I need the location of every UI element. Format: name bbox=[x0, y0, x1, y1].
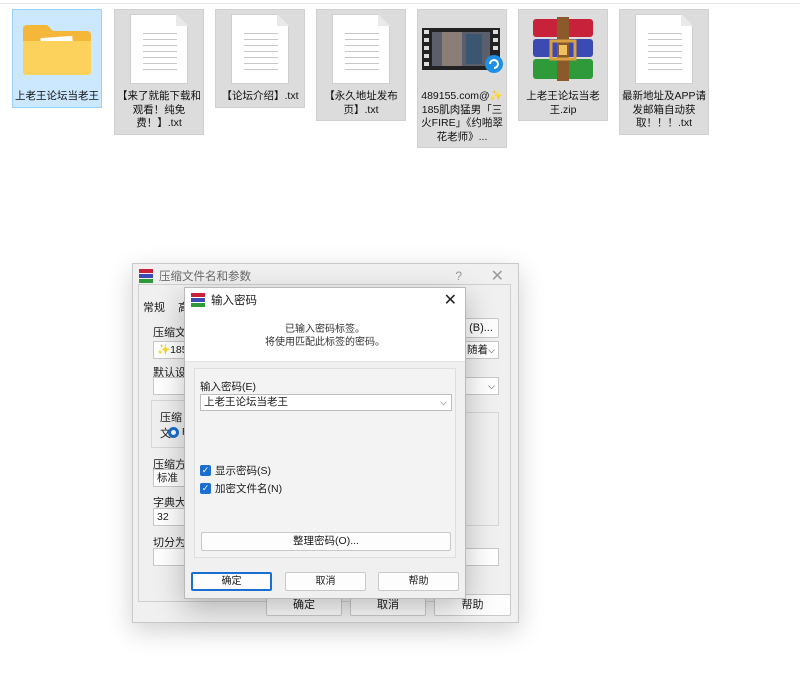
split-size-field[interactable] bbox=[153, 548, 185, 566]
password-dialog: 输入密码 ✕ 已输入密码标签。 将使用匹配此标签的密码。 输入密码(E) 上老王… bbox=[184, 287, 466, 599]
file-item-txt[interactable]: 最新地址及APP请发邮箱自动获取！！！.txt bbox=[619, 9, 709, 135]
split-unit-select[interactable] bbox=[463, 548, 499, 566]
password-cancel-button[interactable]: 取消 bbox=[285, 572, 366, 591]
help-icon[interactable]: ? bbox=[455, 269, 462, 283]
password-group: 输入密码(E) 上老王论坛当老王 ⌵ ✓ 显示密码(S) ✓ 加密文件名(N) … bbox=[194, 368, 456, 558]
chevron-down-icon[interactable]: ⌵ bbox=[440, 395, 447, 410]
file-label: 上老王论坛当老王.zip bbox=[526, 90, 600, 116]
message-line-2: 将使用匹配此标签的密码。 bbox=[265, 337, 385, 348]
text-file-icon bbox=[332, 14, 390, 84]
winrar-archive-icon bbox=[518, 10, 608, 88]
winrar-icon bbox=[191, 293, 205, 307]
desktop: 上老王论坛当老王 【来了就能下载和观看！纯免费！】.txt 【论坛介绍】.txt bbox=[0, 0, 800, 694]
profile-select[interactable]: ⌵ bbox=[463, 377, 499, 395]
file-label: 上老王论坛当老王 bbox=[15, 90, 99, 102]
file-label: 【论坛介绍】.txt bbox=[221, 90, 299, 102]
tab-general[interactable]: 常规 bbox=[143, 299, 165, 315]
file-item-txt[interactable]: 【论坛介绍】.txt bbox=[215, 9, 305, 108]
close-icon[interactable]: ✕ bbox=[491, 266, 504, 286]
rar-radio[interactable] bbox=[168, 427, 179, 438]
password-help-button[interactable]: 帮助 bbox=[378, 572, 459, 591]
checkbox-checked-icon: ✓ bbox=[200, 465, 211, 476]
close-icon[interactable]: ✕ bbox=[444, 290, 457, 310]
folder-icon bbox=[12, 10, 102, 88]
file-item-txt[interactable]: 【永久地址发布页】.txt bbox=[316, 9, 406, 121]
explorer-top-border bbox=[0, 0, 800, 4]
encrypt-filenames-checkbox[interactable]: ✓ 加密文件名(N) bbox=[200, 481, 282, 496]
text-file-icon bbox=[130, 14, 188, 84]
file-item-video[interactable]: 489155.com@✨185肌肉猛男「三火FIRE」《约啪翠花老师》... bbox=[417, 9, 507, 148]
winrar-icon bbox=[139, 269, 153, 283]
browse-button[interactable]: (B)... bbox=[463, 318, 499, 338]
method-select[interactable]: 标准 bbox=[153, 469, 185, 487]
file-item-txt[interactable]: 【来了就能下载和观看！纯免费！】.txt bbox=[114, 9, 204, 135]
checkbox-checked-icon: ✓ bbox=[200, 483, 211, 494]
password-dialog-title: 输入密码 bbox=[211, 295, 257, 307]
password-dialog-titlebar: 输入密码 bbox=[185, 288, 465, 312]
password-label: 输入密码(E) bbox=[200, 381, 256, 393]
archive-dialog-title: 压缩文件名和参数 bbox=[159, 271, 251, 283]
text-file-icon bbox=[231, 14, 289, 84]
update-mode-select[interactable]: 随着 ⌵ bbox=[463, 341, 499, 359]
file-label: 【永久地址发布页】.txt bbox=[324, 90, 398, 116]
message-line-1: 已输入密码标签。 bbox=[285, 324, 365, 335]
text-file-icon bbox=[635, 14, 693, 84]
profiles-button[interactable] bbox=[153, 377, 185, 395]
chevron-down-icon: ⌵ bbox=[488, 345, 495, 355]
password-input[interactable]: 上老王论坛当老王 ⌵ bbox=[200, 394, 452, 411]
file-label: 489155.com@✨185肌肉猛男「三火FIRE」《约啪翠花老师》... bbox=[421, 90, 503, 143]
file-label: 【来了就能下载和观看！纯免费！】.txt bbox=[117, 90, 201, 129]
message-area: 已输入密码标签。 将使用匹配此标签的密码。 bbox=[185, 312, 465, 362]
chevron-down-icon: ⌵ bbox=[488, 381, 495, 391]
file-label: 最新地址及APP请发邮箱自动获取！！！.txt bbox=[621, 90, 706, 129]
organize-passwords-button[interactable]: 整理密码(O)... bbox=[201, 532, 451, 551]
options-group bbox=[463, 412, 499, 526]
video-file-icon bbox=[417, 10, 507, 88]
show-password-checkbox[interactable]: ✓ 显示密码(S) bbox=[200, 463, 271, 478]
dictionary-select[interactable]: 32 bbox=[153, 508, 185, 526]
password-ok-button[interactable]: 确定 bbox=[191, 572, 272, 591]
file-item-folder[interactable]: 上老王论坛当老王 bbox=[12, 9, 102, 108]
file-item-archive[interactable]: 上老王论坛当老王.zip bbox=[518, 9, 608, 121]
